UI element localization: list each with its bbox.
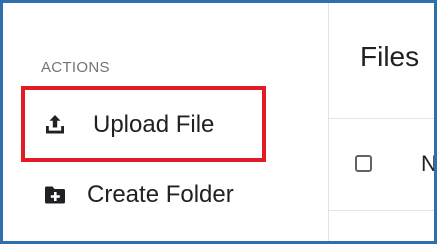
create-folder-button[interactable]: Create Folder: [43, 177, 234, 213]
table-divider: [329, 210, 434, 211]
upload-file-label: Upload File: [93, 111, 215, 138]
page-title: Files: [360, 41, 420, 72]
folder-add-icon: [43, 183, 67, 207]
main-panel: Files N: [329, 3, 434, 241]
actions-section-label: ACTIONS: [41, 59, 110, 76]
app-window: ACTIONS Upload File Create Folder Files …: [0, 0, 437, 244]
sidebar: ACTIONS Upload File Create Folder: [3, 3, 328, 241]
create-folder-label: Create Folder: [87, 181, 234, 208]
header-divider: [329, 118, 434, 119]
upload-icon: [43, 113, 67, 137]
name-column-header[interactable]: N: [421, 151, 434, 177]
select-all-checkbox[interactable]: [355, 155, 372, 172]
upload-file-button[interactable]: Upload File: [43, 107, 214, 143]
